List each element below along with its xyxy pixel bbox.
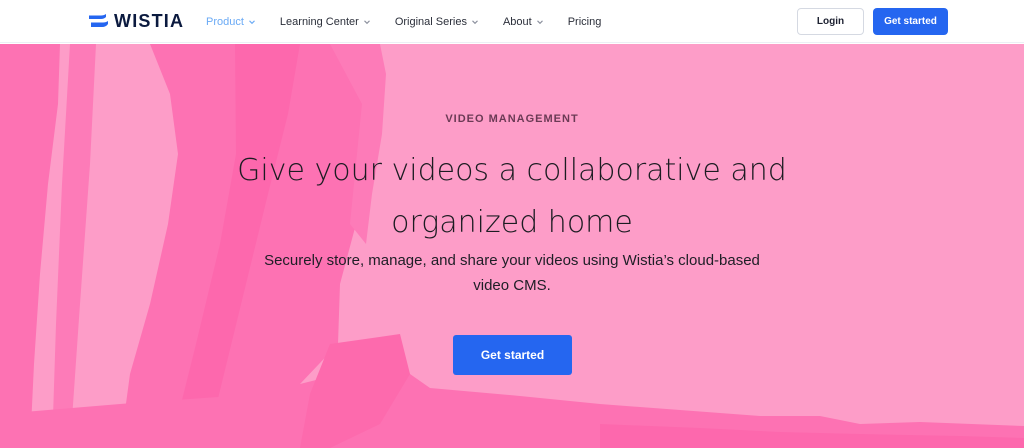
nav-item-label: Original Series xyxy=(394,15,467,28)
nav-item-product[interactable]: Product xyxy=(206,16,256,28)
nav-item-original-series[interactable]: Original Series xyxy=(395,16,479,28)
chevron-down-icon xyxy=(363,19,370,24)
nav-item-label: About xyxy=(502,15,532,28)
top-navbar: WISTIA Product Learning Center Original … xyxy=(0,0,1024,43)
brand-wordmark: WISTIA xyxy=(114,10,185,31)
hero-section: VIDEO MANAGEMENT Give your videos a coll… xyxy=(0,44,1024,448)
hero-headline: Give your videos a collaborative and org… xyxy=(237,153,787,240)
chevron-down-icon xyxy=(249,19,255,24)
main-nav: Product Learning Center Original Series … xyxy=(206,0,625,43)
hero-subhead: Securely store, manage, and share your v… xyxy=(264,252,760,294)
hero-get-started-button[interactable]: Get started xyxy=(453,335,572,375)
nav-item-label: Pricing xyxy=(567,15,602,28)
login-button[interactable]: Login xyxy=(797,8,864,35)
nav-item-label: Product xyxy=(206,15,244,28)
nav-item-label: Learning Center xyxy=(279,15,359,28)
chevron-down-icon xyxy=(472,19,478,24)
chevron-down-icon xyxy=(536,19,543,24)
nav-item-learning-center[interactable]: Learning Center xyxy=(280,16,371,28)
hero-eyebrow: VIDEO MANAGEMENT xyxy=(445,113,579,125)
nav-get-started-button[interactable]: Get started xyxy=(873,8,948,35)
nav-item-pricing[interactable]: Pricing xyxy=(568,16,602,28)
wistia-logo-icon xyxy=(89,14,108,27)
wistia-logo[interactable]: WISTIA xyxy=(89,11,184,31)
nav-item-about[interactable]: About xyxy=(503,16,544,28)
